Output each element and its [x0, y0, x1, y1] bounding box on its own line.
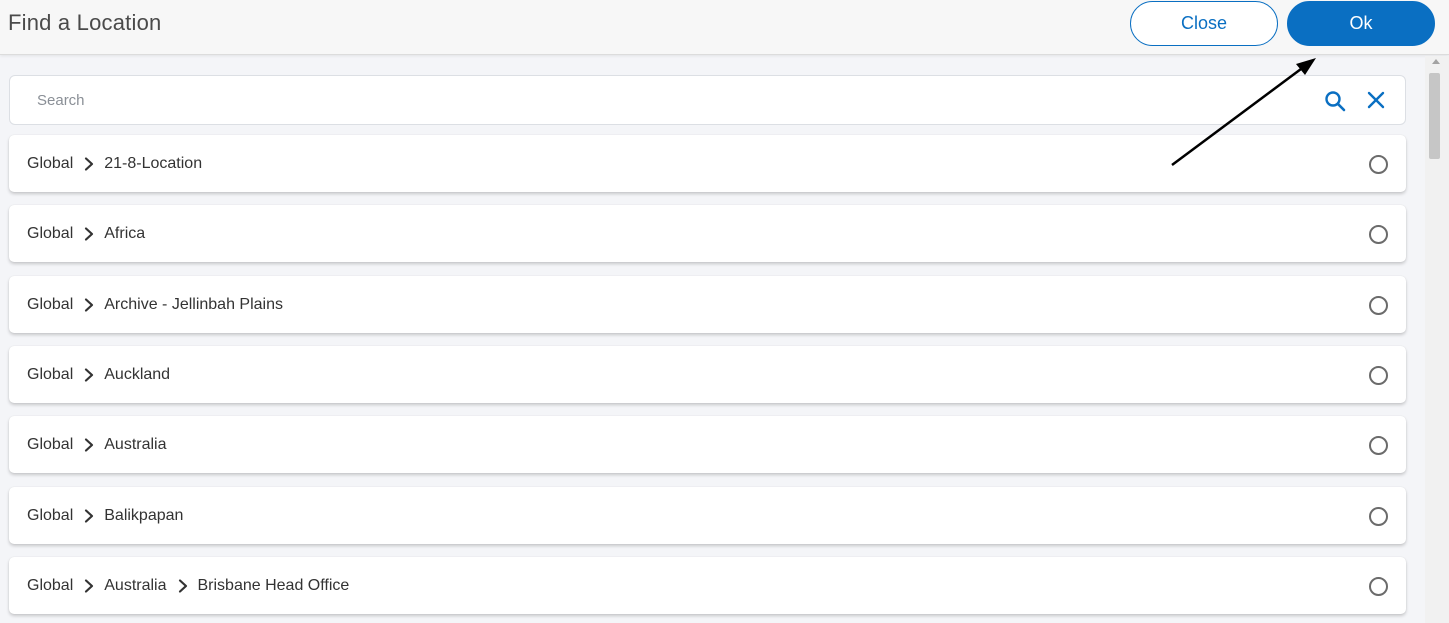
chevron-right-icon	[81, 367, 97, 383]
ok-button[interactable]: Ok	[1287, 1, 1435, 46]
page-title: Find a Location	[8, 10, 162, 35]
vertical-scrollbar[interactable]	[1425, 56, 1449, 623]
scrollbar-thumb[interactable]	[1429, 73, 1440, 159]
breadcrumb-segment: Africa	[104, 225, 146, 243]
location-list-panel: Global 21-8-Location Global Africa Global Arc…	[0, 56, 1423, 623]
radio-unselected-icon[interactable]	[1369, 506, 1388, 526]
breadcrumb-segment: Australia	[104, 576, 167, 594]
location-row[interactable]: Global 21-8-Location	[9, 135, 1406, 192]
location-row[interactable]: Global Australia	[9, 416, 1406, 474]
location-breadcrumb: Global Auckland	[27, 365, 170, 385]
breadcrumb-segment: Global	[27, 506, 74, 524]
breadcrumb-segment: Auckland	[104, 365, 171, 383]
location-breadcrumb: Global Balikpapan	[27, 506, 183, 526]
breadcrumb-segment: 21-8-Location	[104, 155, 203, 172]
breadcrumb-segment: Global	[27, 155, 74, 172]
location-row[interactable]: Global Australia Brisbane Head Office	[9, 556, 1406, 614]
breadcrumb-segment: Brisbane Head Office	[197, 576, 350, 594]
breadcrumb-segment: Archive - Jellinbah Plains	[104, 295, 283, 313]
chevron-right-icon	[81, 578, 97, 594]
radio-unselected-icon[interactable]	[1369, 365, 1388, 385]
breadcrumb-segment: Global	[27, 295, 74, 313]
chevron-right-icon	[81, 508, 97, 524]
chevron-right-icon	[175, 578, 191, 594]
location-row[interactable]: Global Archive - Jellinbah Plains	[9, 275, 1406, 333]
close-button[interactable]: Close	[1130, 1, 1278, 46]
breadcrumb-segment: Global	[27, 225, 74, 243]
dialog-header: Find a Location Close Ok	[0, 0, 1449, 55]
scroll-up-arrow-icon[interactable]	[1432, 59, 1440, 64]
location-row[interactable]: Global Auckland	[9, 345, 1406, 403]
search-bar	[9, 75, 1406, 125]
radio-unselected-icon[interactable]	[1369, 436, 1388, 456]
chevron-right-icon	[81, 297, 97, 313]
radio-unselected-icon[interactable]	[1369, 576, 1388, 596]
close-icon[interactable]	[1365, 89, 1387, 111]
search-icon[interactable]	[1323, 89, 1347, 113]
breadcrumb-segment: Global	[27, 436, 74, 454]
breadcrumb-segment: Australia	[104, 436, 167, 454]
breadcrumb-segment: Global	[27, 365, 74, 383]
breadcrumb-segment: Balikpapan	[104, 506, 184, 524]
location-row[interactable]: Global Balikpapan	[9, 486, 1406, 544]
search-input[interactable]	[26, 85, 1296, 115]
breadcrumb-segment: Global	[27, 576, 74, 594]
radio-unselected-icon[interactable]	[1369, 155, 1388, 174]
location-breadcrumb: Global Australia Brisbane Head Office	[27, 576, 349, 596]
chevron-right-icon	[81, 437, 97, 453]
location-breadcrumb: Global Archive - Jellinbah Plains	[27, 295, 283, 315]
chevron-right-icon	[81, 226, 97, 242]
location-row[interactable]: Global Africa	[9, 205, 1406, 263]
chevron-right-icon	[81, 156, 97, 172]
location-breadcrumb: Global 21-8-Location	[27, 154, 202, 174]
location-breadcrumb: Global Australia	[27, 435, 167, 455]
radio-unselected-icon[interactable]	[1369, 225, 1388, 245]
radio-unselected-icon[interactable]	[1369, 295, 1388, 315]
location-breadcrumb: Global Africa	[27, 224, 145, 244]
